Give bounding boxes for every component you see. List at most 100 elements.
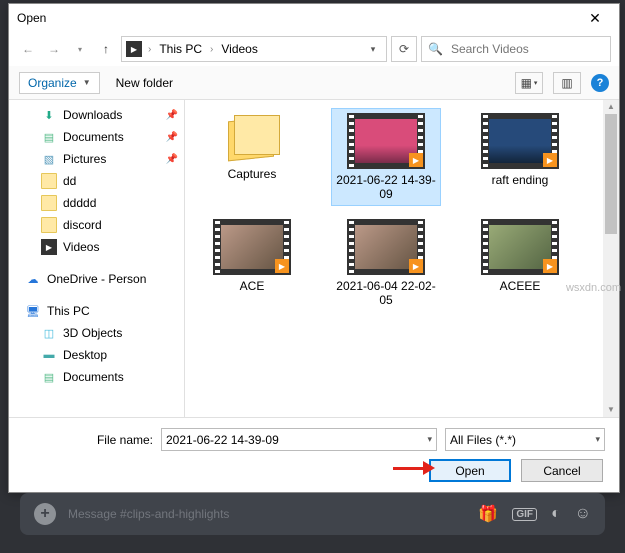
file-label: raft ending — [492, 173, 549, 187]
navigation-tree[interactable]: ⬇Downloads📌 ▤Documents📌 ▧Pictures📌 dd dd… — [9, 100, 185, 417]
address-dropdown-icon[interactable]: ▾ — [364, 44, 382, 55]
scroll-up-icon[interactable]: ▲ — [603, 100, 619, 114]
file-label: Captures — [228, 167, 277, 181]
emoji-icon[interactable]: ☺ — [575, 505, 591, 523]
file-label: 2021-06-04 22-02-05 — [336, 279, 436, 307]
play-overlay-icon: ▶ — [543, 153, 557, 167]
videos-icon: ▶ — [41, 239, 57, 255]
play-overlay-icon: ▶ — [543, 259, 557, 273]
pictures-icon: ▧ — [41, 151, 57, 167]
tree-item-documents[interactable]: ▤Documents📌 — [9, 126, 184, 148]
play-overlay-icon: ▶ — [275, 259, 289, 273]
gift-icon[interactable]: 🎁 — [478, 504, 498, 524]
folder-icon — [41, 195, 57, 211]
pin-icon: 📌 — [166, 110, 178, 121]
gif-icon[interactable]: GIF — [512, 508, 537, 521]
help-button[interactable]: ? — [591, 74, 609, 92]
message-input[interactable]: Message #clips-and-highlights — [68, 507, 466, 521]
filename-label: File name: — [23, 433, 153, 447]
chevron-down-icon[interactable]: ▾ — [427, 434, 432, 445]
tree-item-documents[interactable]: ▤Documents — [9, 366, 184, 388]
tree-item-onedrive[interactable]: ☁OneDrive - Person — [9, 268, 184, 290]
tree-item-desktop[interactable]: ▬Desktop — [9, 344, 184, 366]
documents-icon: ▤ — [41, 369, 57, 385]
downloads-icon: ⬇ — [41, 107, 57, 123]
dialog-title: Open — [17, 11, 575, 25]
file-item-video[interactable]: ▶ ACEEE — [465, 214, 575, 312]
file-item-video[interactable]: ▶ 2021-06-22 14-39-09 — [331, 108, 441, 206]
cube-icon: ◫ — [41, 325, 57, 341]
back-button[interactable]: ← — [17, 38, 39, 60]
chevron-down-icon: ▼ — [83, 78, 91, 87]
file-item-video[interactable]: ▶ 2021-06-04 22-02-05 — [331, 214, 441, 312]
tree-item-folder[interactable]: dd — [9, 170, 184, 192]
refresh-button[interactable]: ⟳ — [391, 36, 417, 62]
spacer — [9, 290, 184, 300]
breadcrumb-separator: › — [210, 44, 213, 55]
vertical-scrollbar[interactable]: ▲ ▼ — [603, 100, 619, 417]
play-overlay-icon: ▶ — [409, 153, 423, 167]
titlebar: Open ✕ — [9, 4, 619, 32]
video-thumbnail-icon: ▶ — [347, 113, 425, 169]
scroll-down-icon[interactable]: ▼ — [603, 403, 619, 417]
chevron-down-icon: ▾ — [534, 79, 538, 87]
up-button[interactable]: ↑ — [95, 38, 117, 60]
tree-item-3d-objects[interactable]: ◫3D Objects — [9, 322, 184, 344]
tree-item-pictures[interactable]: ▧Pictures📌 — [9, 148, 184, 170]
desktop-icon: ▬ — [41, 347, 57, 363]
tree-item-folder[interactable]: discord — [9, 214, 184, 236]
tree-item-folder[interactable]: ddddd — [9, 192, 184, 214]
new-folder-button[interactable]: New folder — [116, 76, 173, 90]
folder-thumbnail-icon — [222, 113, 282, 163]
file-label: ACEEE — [500, 279, 541, 293]
file-item-folder[interactable]: Captures — [197, 108, 307, 206]
annotation-arrow-icon — [393, 463, 435, 473]
preview-icon: ▥ — [561, 76, 572, 90]
watermark: wsxdn.com — [566, 282, 621, 294]
view-grid-icon: ▦ — [521, 76, 532, 90]
file-label: 2021-06-22 14-39-09 — [336, 173, 436, 201]
toolbar: Organize ▼ New folder ▦ ▾ ▥ ? — [9, 66, 619, 100]
filename-input[interactable]: 2021-06-22 14-39-09 ▾ — [161, 428, 437, 451]
preview-pane-button[interactable]: ▥ — [553, 72, 581, 94]
chevron-down-icon[interactable]: ▾ — [595, 434, 600, 445]
documents-icon: ▤ — [41, 129, 57, 145]
file-item-video[interactable]: ▶ ACE — [197, 214, 307, 312]
file-label: ACE — [240, 279, 265, 293]
breadcrumb-separator: › — [148, 44, 151, 55]
scrollbar-thumb[interactable] — [605, 114, 617, 234]
recent-dropdown-icon[interactable]: ▾ — [69, 38, 91, 60]
breadcrumb-this-pc[interactable]: This PC — [157, 42, 204, 56]
organize-label: Organize — [28, 76, 77, 90]
dialog-body: ⬇Downloads📌 ▤Documents📌 ▧Pictures📌 dd dd… — [9, 100, 619, 417]
close-button[interactable]: ✕ — [575, 5, 615, 31]
file-open-dialog: Open ✕ ← → ▾ ↑ ▶ › This PC › Videos ▾ ⟳ … — [8, 3, 620, 493]
search-input[interactable] — [449, 41, 608, 57]
video-thumbnail-icon: ▶ — [347, 219, 425, 275]
tree-item-videos[interactable]: ▶Videos — [9, 236, 184, 258]
pc-icon: 🖥 — [25, 303, 41, 319]
video-thumbnail-icon: ▶ — [213, 219, 291, 275]
forward-button: → — [43, 38, 65, 60]
attach-button[interactable]: + — [34, 503, 56, 525]
search-box[interactable]: 🔍 — [421, 36, 611, 62]
organize-button[interactable]: Organize ▼ — [19, 72, 100, 94]
spacer — [9, 258, 184, 268]
sticker-icon[interactable]: ◐ — [551, 505, 561, 523]
video-thumbnail-icon: ▶ — [481, 113, 559, 169]
cancel-button[interactable]: Cancel — [521, 459, 603, 482]
file-type-filter[interactable]: All Files (*.*) ▾ — [445, 428, 605, 451]
breadcrumb-videos[interactable]: Videos — [219, 42, 259, 56]
pin-icon: 📌 — [166, 132, 178, 143]
address-bar[interactable]: ▶ › This PC › Videos ▾ — [121, 36, 387, 62]
file-list[interactable]: Captures ▶ 2021-06-22 14-39-09 ▶ raft en… — [185, 100, 619, 417]
videos-folder-icon: ▶ — [126, 41, 142, 57]
file-item-video[interactable]: ▶ raft ending — [465, 108, 575, 206]
open-button[interactable]: Open — [429, 459, 511, 482]
cloud-icon: ☁ — [25, 271, 41, 287]
filename-value: 2021-06-22 14-39-09 — [166, 433, 279, 447]
tree-item-this-pc[interactable]: 🖥This PC — [9, 300, 184, 322]
view-mode-button[interactable]: ▦ ▾ — [515, 72, 543, 94]
tree-item-downloads[interactable]: ⬇Downloads📌 — [9, 104, 184, 126]
discord-message-bar[interactable]: + Message #clips-and-highlights 🎁 GIF ◐ … — [20, 493, 605, 535]
